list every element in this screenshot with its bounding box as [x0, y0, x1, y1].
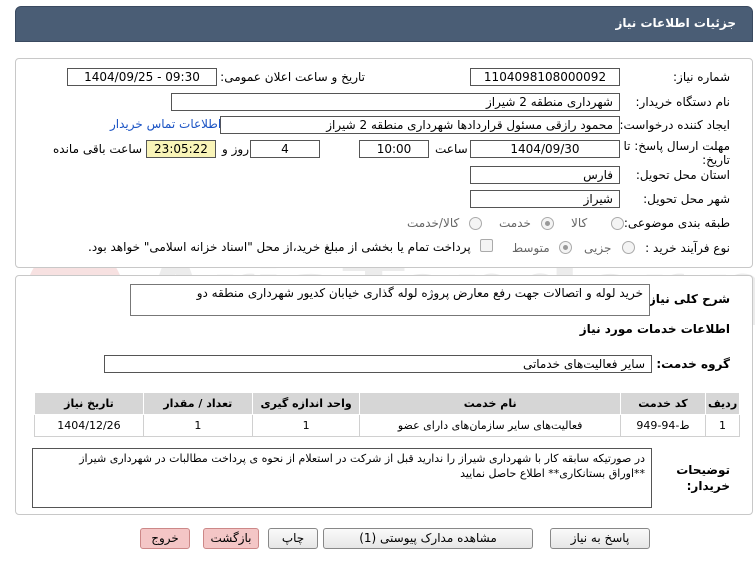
contact-buyer-link[interactable]: اطلاعات تماس خریدار: [110, 117, 221, 131]
creator-label: ایجاد کننده درخواست:: [619, 118, 730, 132]
need-info-panel: [15, 58, 753, 268]
category-option-both: کالا/خدمت: [407, 216, 460, 230]
announce-label: تاریخ و ساعت اعلان عمومی:: [220, 70, 365, 84]
col-unit: واحد اندازه گیری: [251, 392, 361, 415]
category-radio-goods[interactable]: [611, 217, 624, 230]
table-header-row: ردیف کد خدمت نام خدمت واحد اندازه گیری ت…: [34, 392, 740, 415]
col-need-date: تاریخ نیاز: [34, 392, 144, 415]
province-label: استان محل تحویل:: [635, 168, 730, 182]
deadline-date-field: 1404/09/30: [470, 140, 620, 158]
back-button[interactable]: بازگشت: [203, 528, 259, 549]
creator-field: محمود رازقی مسئول قراردادها شهرداری منطق…: [220, 116, 620, 134]
category-option-goods: کالا: [571, 216, 588, 230]
announce-field: 1404/09/25 - 09:30: [67, 68, 217, 86]
cell-unit: 1: [251, 414, 361, 437]
cell-quantity: 1: [142, 414, 253, 437]
deadline-label-2: تاریخ:: [702, 153, 730, 167]
buyer-notes-field: در صورتیکه سابقه کار با شهرداری شیراز را…: [32, 448, 652, 508]
process-option-medium: متوسط: [512, 241, 550, 255]
category-label: طبقه بندی موضوعی:: [623, 216, 730, 230]
col-name: نام خدمت: [359, 392, 621, 415]
cell-code: ط-94-949: [619, 414, 707, 437]
buyer-org-label: نام دستگاه خریدار:: [635, 95, 731, 109]
buyer-notes-line-1: در صورتیکه سابقه کار با شهرداری شیراز را…: [79, 452, 645, 465]
exit-button[interactable]: خروج: [140, 528, 190, 549]
col-row: ردیف: [705, 392, 740, 415]
buyer-org-field: شهرداری منطقه 2 شیراز: [171, 93, 620, 111]
attachments-button[interactable]: مشاهده مدارک پیوستی (1): [323, 528, 533, 549]
province-field: فارس: [470, 166, 620, 184]
category-radio-service[interactable]: [541, 217, 554, 230]
city-label: شهر محل تحویل:: [643, 192, 730, 206]
remaining-label: ساعت باقی مانده: [53, 142, 143, 156]
cell-need-date: 1404/12/26: [34, 414, 144, 437]
process-radio-medium[interactable]: [559, 241, 572, 254]
buyer-notes-label-2: خریدار:: [686, 479, 730, 493]
deadline-label: مهلت ارسال پاسخ: تا: [623, 139, 730, 153]
services-table: ردیف کد خدمت نام خدمت واحد اندازه گیری ت…: [34, 392, 740, 437]
treasury-payment-checkbox[interactable]: [480, 239, 493, 252]
service-group-label: گروه خدمت:: [656, 357, 730, 371]
need-number-field: 1104098108000092: [470, 68, 620, 86]
summary-label: شرح کلی نیاز:: [644, 292, 730, 306]
city-field: شیراز: [470, 190, 620, 208]
payment-note: پرداخت تمام یا بخشی از مبلغ خرید،از محل …: [88, 240, 471, 254]
cell-name: فعالیت‌های سایر سازمان‌های دارای عضو: [359, 414, 621, 437]
remaining-time-field: 23:05:22: [146, 140, 216, 158]
days-label: روز و: [222, 142, 249, 156]
time-label: ساعت: [435, 142, 468, 156]
print-button[interactable]: چاپ: [268, 528, 318, 549]
process-option-minor: جزیی: [584, 241, 612, 255]
services-section-title: اطلاعات خدمات مورد نیاز: [579, 322, 730, 336]
category-radio-both[interactable]: [469, 217, 482, 230]
summary-text: خرید لوله و اتصالات جهت رفع معارض پروژه …: [196, 286, 643, 300]
buyer-notes-line-2: **اوراق بستانکاری** اطلاع حاصل نمایید: [460, 467, 645, 480]
process-label: نوع فرآیند خرید :: [645, 241, 730, 255]
page-title: جزئیات اطلاعات نیاز: [615, 16, 736, 30]
buyer-notes-label: توضیحات: [676, 463, 730, 477]
days-field: 4: [250, 140, 320, 158]
service-group-field: سایر فعالیت‌های خدماتی: [104, 355, 652, 373]
col-quantity: تعداد / مقدار: [142, 392, 253, 415]
category-option-service: خدمت: [499, 216, 531, 230]
summary-field: خرید لوله و اتصالات جهت رفع معارض پروژه …: [130, 284, 650, 316]
table-row: 1 ط-94-949 فعالیت‌های سایر سازمان‌های دا…: [34, 414, 740, 437]
col-code: کد خدمت: [619, 392, 707, 415]
process-radio-minor[interactable]: [622, 241, 635, 254]
page-header: جزئیات اطلاعات نیاز: [15, 6, 753, 42]
cell-row: 1: [705, 414, 740, 437]
deadline-time-field: 10:00: [359, 140, 429, 158]
need-number-label: شماره نیاز:: [673, 70, 730, 84]
reply-button[interactable]: پاسخ به نیاز: [550, 528, 650, 549]
